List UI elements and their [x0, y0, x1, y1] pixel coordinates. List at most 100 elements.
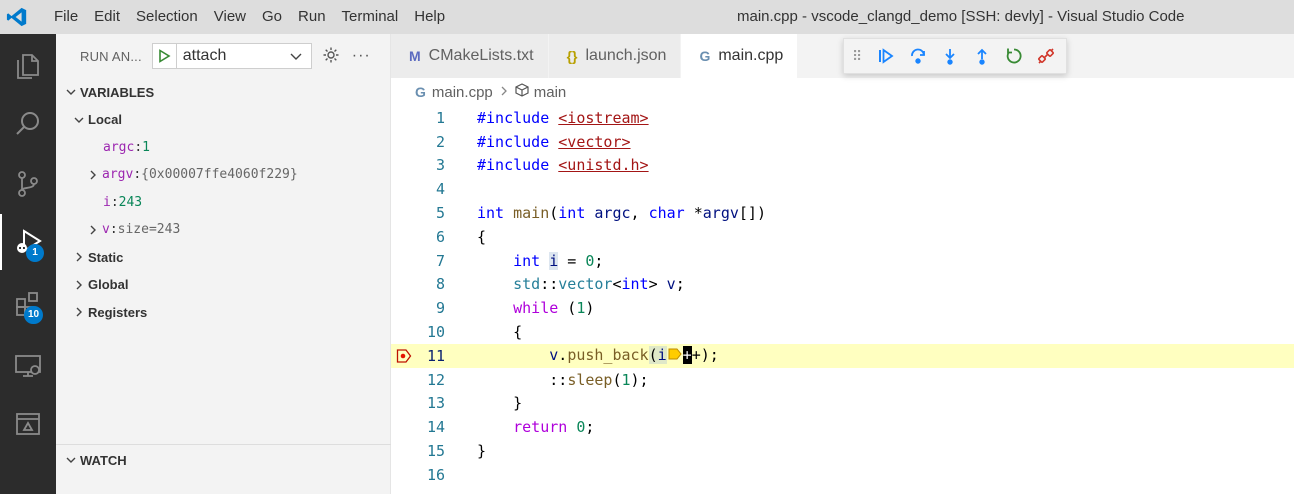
watch-title: WATCH	[80, 452, 127, 468]
code-line[interactable]: 13 }	[391, 392, 1294, 416]
vscode-logo-icon[interactable]	[0, 0, 34, 34]
run-and-debug-sidebar: RUN AN... attach ··· VARIABLES Local arg…	[56, 34, 391, 494]
menu-go[interactable]: Go	[254, 0, 290, 34]
code-text: #include <unistd.h>	[477, 156, 649, 175]
menu-file[interactable]: File	[46, 0, 86, 34]
code-text: while (1)	[513, 299, 595, 318]
variable-value: 243	[118, 194, 143, 210]
code-line[interactable]: 7 int i = 0;	[391, 249, 1294, 273]
debug-config-select[interactable]: attach	[151, 43, 312, 69]
variable-row[interactable]: v: size=243	[56, 216, 390, 244]
code-line[interactable]: 4	[391, 177, 1294, 201]
menu-edit[interactable]: Edit	[86, 0, 128, 34]
variable-sep: :	[133, 167, 142, 183]
code-editor[interactable]: 1 #include <iostream> 2 #include <vector> …	[391, 106, 1294, 487]
extensions-icon[interactable]: 10	[0, 276, 56, 332]
extensions-badge: 10	[24, 306, 44, 324]
variables-section-header[interactable]: VARIABLES	[56, 78, 390, 106]
static-label: Static	[88, 249, 124, 265]
gear-icon[interactable]	[322, 46, 340, 67]
variable-row[interactable]: argv: {0x00007ffe4060f229}	[56, 161, 390, 189]
tab-label: CMakeLists.txt	[428, 47, 534, 64]
variable-sep: :	[109, 222, 118, 238]
line-number: 9	[435, 299, 445, 318]
start-debugging-play-icon[interactable]	[153, 44, 177, 68]
step-into-icon[interactable]	[934, 40, 966, 72]
run-debug-icon[interactable]: 1	[0, 214, 56, 270]
code-line[interactable]: 5 int main(int argc, char *argv[])	[391, 201, 1294, 225]
code-text: }	[477, 442, 487, 461]
cpp-file-icon: G	[415, 84, 426, 100]
restart-icon[interactable]	[998, 40, 1030, 72]
chevron-down-icon	[62, 454, 80, 466]
global-label: Global	[88, 277, 129, 293]
explorer-icon[interactable]	[0, 38, 56, 94]
continue-icon[interactable]	[870, 40, 902, 72]
menu-view[interactable]: View	[206, 0, 254, 34]
code-line[interactable]: 12 ::sleep(1);	[391, 368, 1294, 392]
code-line[interactable]: 2 #include <vector>	[391, 130, 1294, 154]
registers-label: Registers	[88, 304, 148, 320]
remote-icon[interactable]	[0, 396, 56, 452]
code-line[interactable]: 1 #include <iostream>	[391, 106, 1294, 130]
breadcrumb-symbol[interactable]: main	[534, 84, 567, 101]
chevron-down-icon	[70, 114, 88, 126]
debug-badge: 1	[26, 244, 44, 262]
code-line[interactable]: 10 {	[391, 320, 1294, 344]
chevron-right-icon	[499, 84, 509, 101]
code-line[interactable]: 14 return 0;	[391, 415, 1294, 439]
editor-area: M CMakeLists.txt {} launch.json G main.c…	[391, 34, 1294, 494]
tab-cmakelists[interactable]: M CMakeLists.txt	[391, 34, 549, 78]
chevron-right-icon	[84, 224, 102, 236]
breakpoint-current-icon[interactable]	[396, 348, 412, 364]
code-text: {	[477, 323, 523, 342]
breadcrumb-file[interactable]: main.cpp	[432, 84, 493, 101]
step-out-icon[interactable]	[966, 40, 998, 72]
disconnect-icon[interactable]	[1030, 40, 1062, 72]
tree-group-global[interactable]: Global	[56, 271, 390, 299]
line-number: 4	[435, 180, 445, 199]
line-number: 10	[426, 323, 445, 342]
chevron-right-icon	[70, 251, 88, 263]
debug-toolbar: ⠿	[843, 38, 1067, 74]
line-number: 13	[426, 394, 445, 413]
variable-name: argc	[103, 139, 135, 155]
code-line[interactable]: 16	[391, 463, 1294, 487]
line-number: 3	[435, 156, 445, 175]
code-line[interactable]: 6{	[391, 225, 1294, 249]
tree-group-registers[interactable]: Registers	[56, 299, 390, 327]
code-text: int main(int argc, char *argv[])	[477, 204, 766, 223]
menu-terminal[interactable]: Terminal	[334, 0, 407, 34]
variable-row[interactable]: argc: 1	[56, 134, 390, 162]
code-text: {	[477, 227, 487, 246]
tab-launch-json[interactable]: {} launch.json	[548, 34, 682, 78]
tab-main-cpp[interactable]: G main.cpp	[681, 34, 799, 78]
cpp-file-icon: G	[699, 48, 711, 64]
remote-explorer-icon[interactable]	[0, 338, 56, 394]
code-line[interactable]: 9 while (1)	[391, 296, 1294, 320]
line-number: 2	[435, 132, 445, 151]
variable-value: 1	[142, 139, 150, 155]
menu-help[interactable]: Help	[406, 0, 453, 34]
more-actions-icon[interactable]: ···	[352, 47, 371, 65]
breadcrumb: G main.cpp main	[391, 78, 1294, 106]
watch-section-header[interactable]: WATCH	[56, 445, 391, 475]
code-line-current[interactable]: 11 v.push_back(i ++);	[391, 343, 1294, 368]
code-text: int i = 0;	[513, 251, 604, 270]
tree-group-local[interactable]: Local	[56, 106, 390, 134]
source-control-icon[interactable]	[0, 156, 56, 212]
code-line[interactable]: 15}	[391, 439, 1294, 463]
menu-run[interactable]: Run	[290, 0, 334, 34]
code-text: #include <vector>	[477, 132, 631, 151]
code-line[interactable]: 3 #include <unistd.h>	[391, 154, 1294, 178]
step-over-icon[interactable]	[902, 40, 934, 72]
menu-bar: File Edit Selection View Go Run Terminal…	[46, 0, 453, 34]
code-line[interactable]: 8 std::vector<int> v;	[391, 273, 1294, 297]
search-icon[interactable]	[0, 96, 56, 152]
variable-row[interactable]: i: 243	[56, 189, 390, 217]
drag-handle-icon[interactable]: ⠿	[852, 48, 870, 65]
chevron-right-icon	[84, 169, 102, 181]
menu-selection[interactable]: Selection	[128, 0, 206, 34]
tree-group-static[interactable]: Static	[56, 244, 390, 272]
code-text: return 0;	[513, 418, 595, 437]
